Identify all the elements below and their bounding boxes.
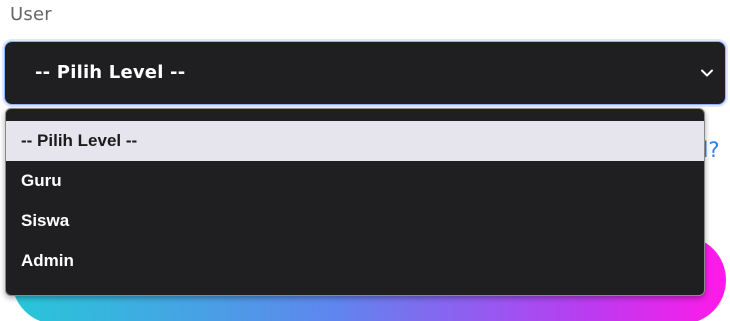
login-form: User -- Pilih Level -- d? -- Pilih Level… — [0, 0, 730, 321]
level-dropdown-list: -- Pilih Level -- Guru Siswa Admin — [5, 108, 705, 296]
level-select-value: -- Pilih Level -- — [35, 62, 186, 83]
user-level-label: User — [10, 4, 52, 25]
option-guru[interactable]: Guru — [6, 161, 704, 201]
level-select[interactable]: -- Pilih Level -- — [4, 41, 726, 105]
option-pilih-level[interactable]: -- Pilih Level -- — [6, 121, 704, 161]
chevron-down-icon — [701, 69, 713, 77]
option-admin[interactable]: Admin — [6, 241, 704, 281]
option-siswa[interactable]: Siswa — [6, 201, 704, 241]
